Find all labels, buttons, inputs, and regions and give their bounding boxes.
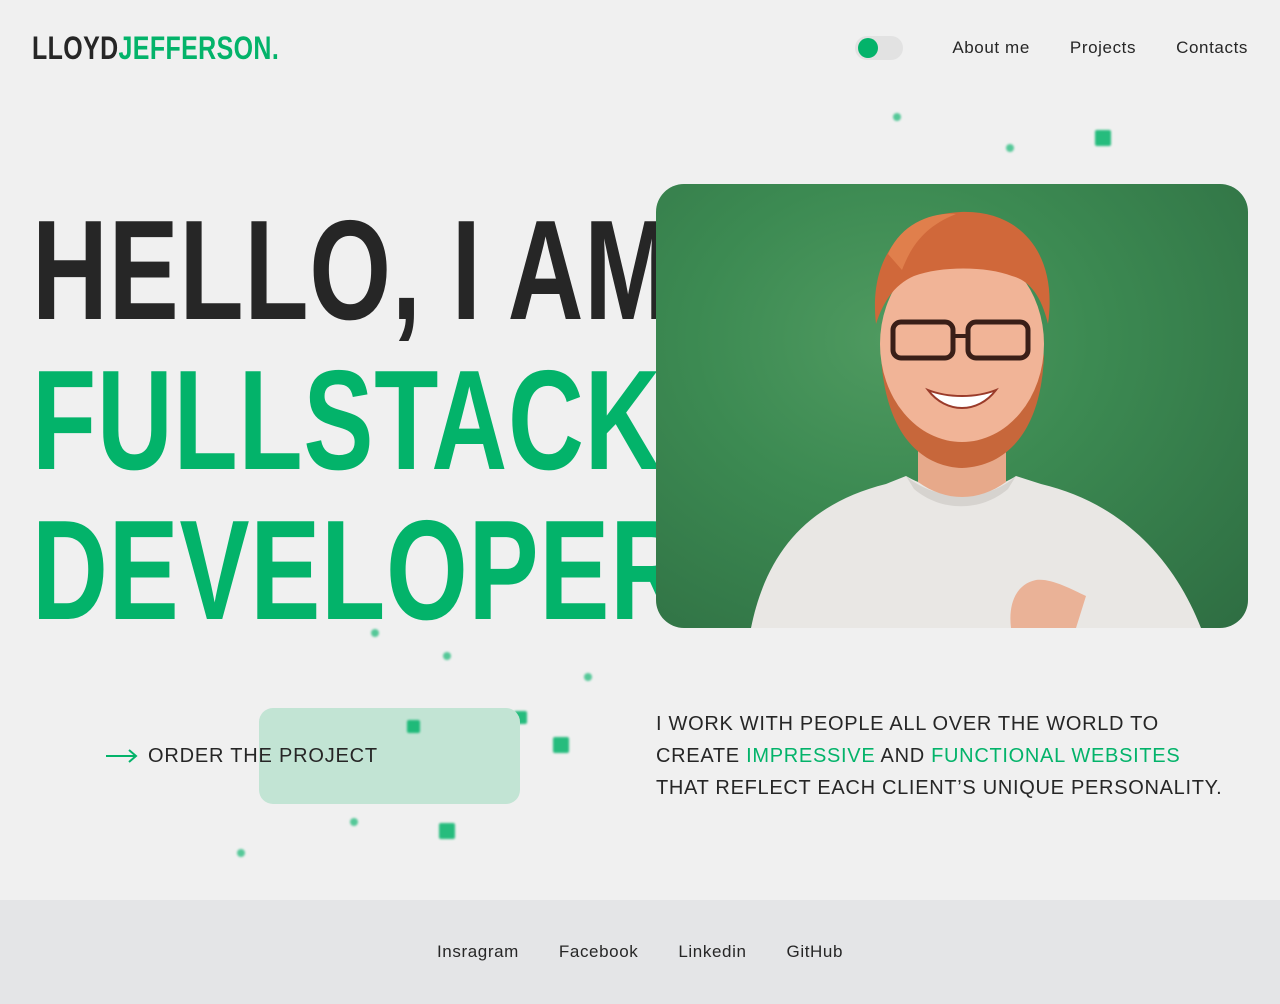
site-header: LLOYDJEFFERSON. About me Projects Contac…: [0, 0, 1280, 96]
footer-link-facebook[interactable]: Facebook: [559, 942, 638, 962]
desc-accent-functional: FUNCTIONAL WEBSITES: [931, 745, 1181, 767]
intro-description: I WORK WITH PEOPLE ALL OVER THE WORLD TO…: [656, 708, 1236, 804]
site-logo[interactable]: LLOYDJEFFERSON.: [32, 30, 279, 66]
nav-contacts[interactable]: Contacts: [1176, 38, 1248, 58]
order-project-button[interactable]: ORDER THE PROJECT: [106, 744, 378, 768]
footer-link-instagram[interactable]: Insragram: [437, 942, 519, 962]
decorative-dot: [1006, 144, 1014, 152]
portrait-illustration: [751, 211, 1201, 628]
decorative-dot: [407, 720, 420, 733]
decorative-dot: [350, 818, 358, 826]
decorative-dot: [1095, 130, 1111, 146]
nav-about-me[interactable]: About me: [952, 38, 1030, 58]
hero-line-role-2: DEVELOPER: [32, 491, 687, 650]
desc-text-3: THAT REFLECT EACH CLIENT’S UNIQUE PERSON…: [656, 777, 1223, 799]
desc-accent-impressive: IMPRESSIVE: [746, 745, 876, 767]
decorative-dot: [237, 849, 245, 857]
social-links: Insragram Facebook Linkedin GitHub: [0, 942, 1280, 962]
hero-line-role-1: FULLSTACK: [32, 341, 662, 500]
logo-first-name: LLOYD: [32, 30, 119, 66]
toggle-knob: [858, 38, 878, 58]
footer-link-linkedin[interactable]: Linkedin: [678, 942, 746, 962]
hero-line-greeting: HELLO, I AM: [32, 191, 673, 350]
decorative-dot: [439, 823, 455, 839]
hero-heading: HELLO, I AM FULLSTACK DEVELOPER: [32, 196, 687, 646]
arrow-right-icon: [106, 749, 138, 763]
decorative-dot: [584, 673, 592, 681]
theme-toggle[interactable]: [855, 36, 903, 60]
site-footer: Insragram Facebook Linkedin GitHub: [0, 900, 1280, 1004]
footer-link-github[interactable]: GitHub: [787, 942, 844, 962]
desc-text-2: AND: [875, 745, 932, 767]
logo-last-name: JEFFERSON.: [118, 30, 280, 66]
main-nav: About me Projects Contacts: [952, 38, 1248, 58]
decorative-dot: [893, 113, 901, 121]
nav-projects[interactable]: Projects: [1070, 38, 1136, 58]
decorative-dot: [443, 652, 451, 660]
order-project-label: ORDER THE PROJECT: [148, 745, 378, 767]
decorative-dot: [553, 737, 569, 753]
profile-photo: [656, 184, 1248, 628]
